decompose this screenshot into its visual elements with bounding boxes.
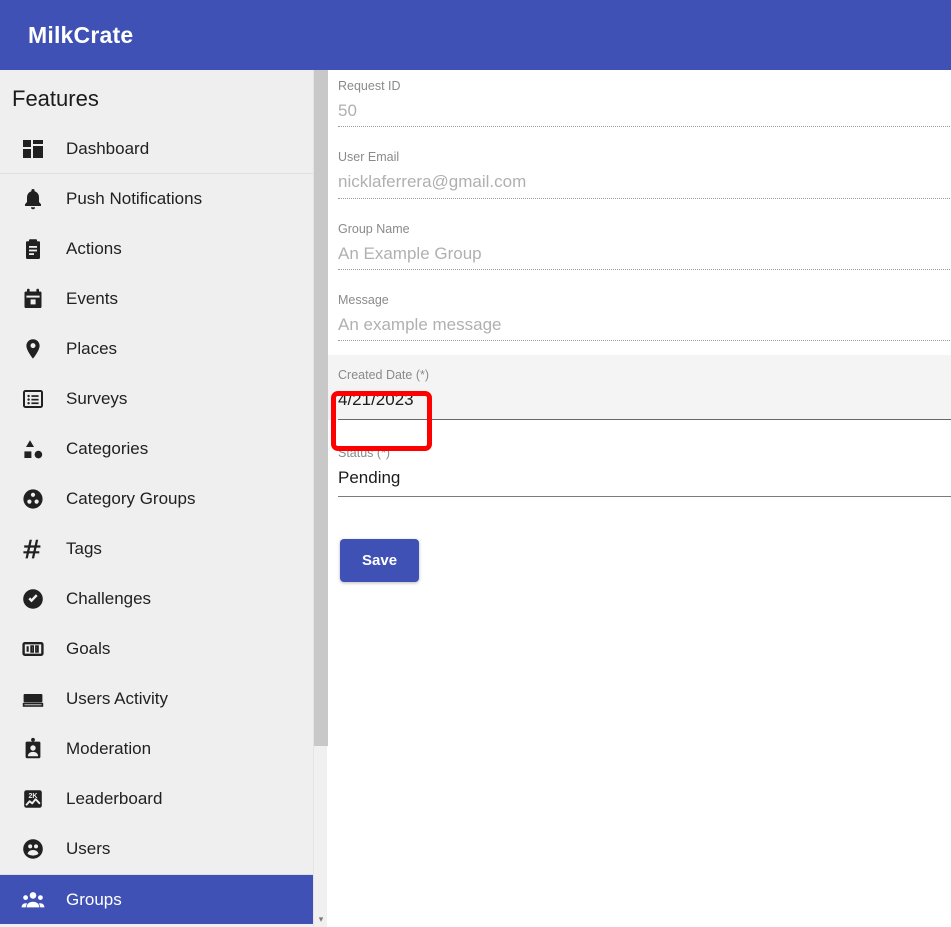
sidebar-item-label: Tags <box>66 539 102 558</box>
field-value[interactable]: Pending <box>338 467 951 488</box>
circle-dots-icon <box>20 486 46 512</box>
sidebar-item-label: Category Groups <box>66 489 196 508</box>
sidebar-item-label: Challenges <box>66 589 152 608</box>
form-actions: Save <box>328 497 951 582</box>
sidebar-item-leaderboard[interactable]: 2K Leaderboard <box>0 774 313 824</box>
bell-icon <box>20 186 46 212</box>
field-label: Message <box>338 292 389 307</box>
field-label: Status (*) <box>338 446 391 461</box>
sidebar-item-label: Groups <box>66 889 122 909</box>
map-pin-icon <box>20 336 46 362</box>
group-people-icon <box>20 887 46 913</box>
field-spacer <box>328 199 951 213</box>
field-label: Created Date (*) <box>338 368 430 382</box>
list-box-icon <box>20 386 46 412</box>
sidebar-item-label: Events <box>66 289 118 308</box>
chart-2k-icon: 2K <box>20 786 46 812</box>
field-value: 50 <box>338 101 357 120</box>
field-spacer <box>328 341 951 355</box>
field-group-name: Group Name An Example Group <box>328 213 951 271</box>
field-value: An Example Group <box>338 243 482 263</box>
app-brand-title: MilkCrate <box>28 21 134 48</box>
sidebar-item-events[interactable]: Events <box>0 274 313 324</box>
sidebar-item-label: Actions <box>66 239 122 258</box>
field-spacer <box>328 127 951 141</box>
calendar-icon <box>20 286 46 312</box>
bar-block-icon <box>20 686 46 712</box>
sidebar-item-label: Push Notifications <box>66 189 203 208</box>
request-detail-form: Request ID 50 User Email nicklaferrera@gmai… <box>328 70 951 927</box>
sidebar-item-label: Users <box>66 839 111 858</box>
sidebar-item-tags[interactable]: Tags <box>0 524 313 574</box>
sidebar-item-groups[interactable]: Groups <box>0 874 313 924</box>
check-circle-icon <box>20 586 46 612</box>
hash-icon <box>20 536 46 562</box>
form-field-list: Request ID 50 User Email nicklaferrera@gmai… <box>328 70 951 497</box>
dashboard-icon <box>20 136 46 162</box>
scroll-down-arrow-icon[interactable]: ▾ <box>314 911 328 927</box>
field-value: nicklaferrera@gmail.com <box>338 172 527 192</box>
badge-person-icon <box>20 736 46 762</box>
sidebar-item-dashboard[interactable]: Dashboard <box>0 124 313 174</box>
field-spacer <box>328 270 951 284</box>
sidebar-scrollbar[interactable]: ▾ <box>313 70 328 927</box>
users-circle-icon <box>20 836 46 862</box>
sidebar-item-goals[interactable]: Goals <box>0 624 313 674</box>
sidebar-item-users-activity[interactable]: Users Activity <box>0 674 313 724</box>
sidebar-item-users[interactable]: Users <box>0 824 313 874</box>
field-value[interactable]: 4/21/2023 <box>338 389 951 410</box>
sidebar-heading: Features <box>12 86 99 111</box>
sidebar-item-category-groups[interactable]: Category Groups <box>0 474 313 524</box>
sidebar-item-label: Places <box>66 339 118 358</box>
app-root: MilkCrate Features Dashboard Push Notific… <box>0 0 951 927</box>
field-label: Group Name <box>338 221 410 236</box>
sidebar-item-label: Dashboard <box>66 138 150 158</box>
field-spacer <box>328 420 951 434</box>
field-value: An example message <box>338 314 502 334</box>
field-request-id: Request ID 50 <box>328 70 951 128</box>
field-created-date[interactable]: Created Date (*) 4/21/2023 <box>328 355 951 421</box>
top-app-bar: MilkCrate <box>0 0 951 70</box>
hundred-icon <box>20 636 46 662</box>
shapes-icon <box>20 436 46 462</box>
field-message: Message An example message <box>328 284 951 342</box>
sidebar-item-actions[interactable]: Actions <box>0 224 313 274</box>
sidebar-item-label: Categories <box>66 439 149 458</box>
save-button[interactable]: Save <box>340 538 420 582</box>
sidebar-item-surveys[interactable]: Surveys <box>0 374 313 424</box>
field-label: User Email <box>338 150 400 165</box>
clipboard-icon <box>20 236 46 262</box>
sidebar-item-label: Moderation <box>66 739 152 758</box>
sidebar-item-challenges[interactable]: Challenges <box>0 574 313 624</box>
sidebar-item-label: Users Activity <box>66 689 169 708</box>
sidebar-item-push-notifications[interactable]: Push Notifications <box>0 174 313 224</box>
sidebar-nav[interactable]: Features Dashboard Push Notifications Acti… <box>0 70 313 927</box>
field-status[interactable]: Status (*) Pending <box>328 434 951 497</box>
sidebar-item-label: Surveys <box>66 389 128 408</box>
field-user-email: User Email nicklaferrera@gmail.com <box>328 141 951 199</box>
sidebar-scrollbar-thumb[interactable] <box>314 70 328 746</box>
sidebar-item-moderation[interactable]: Moderation <box>0 724 313 774</box>
field-label: Request ID <box>338 79 401 93</box>
sidebar-item-categories[interactable]: Categories <box>0 424 313 474</box>
sidebar-item-list: Dashboard Push Notifications Actions Events… <box>0 124 313 924</box>
sidebar-item-label: Leaderboard <box>66 789 163 808</box>
sidebar-item-places[interactable]: Places <box>0 324 313 374</box>
sidebar-item-label: Goals <box>66 639 111 658</box>
